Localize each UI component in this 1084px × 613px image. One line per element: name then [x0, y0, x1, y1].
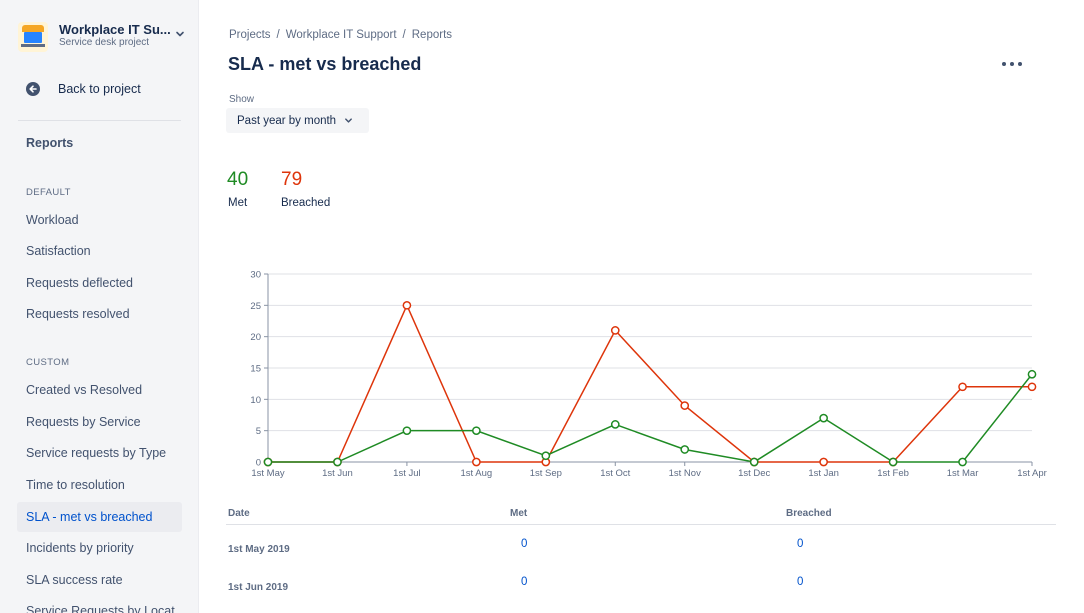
met-data-point: [263, 457, 273, 467]
breached-data-point: [680, 401, 690, 410]
met-data-point: [472, 426, 481, 436]
table-header-divider: [226, 524, 1056, 525]
sidebar: Workplace IT Su... Service desk project …: [0, 0, 199, 613]
x-tick-label: 1st Jun: [322, 468, 353, 479]
sidebar-item-requests-resolved[interactable]: Requests resolved: [17, 299, 182, 329]
met-data-point: [541, 451, 551, 461]
met-data-point: [402, 426, 412, 436]
sidebar-item-sla-success-rate[interactable]: SLA success rate: [17, 565, 182, 595]
met-data-point: [1027, 369, 1037, 379]
breached-data-point: [402, 300, 412, 310]
chevron-down-icon: [345, 118, 352, 123]
y-tick-label: 5: [256, 426, 261, 437]
met-data-point: [680, 445, 690, 454]
met-data-point: [333, 457, 342, 467]
x-tick-label: 1st Sep: [530, 468, 562, 479]
project-type: Service desk project: [59, 37, 150, 48]
x-tick-label: 1st Apr: [1017, 468, 1047, 479]
y-tick-label: 20: [250, 332, 261, 343]
more-dot-icon: [1018, 62, 1022, 66]
table-header-breached: Breached: [786, 508, 832, 519]
sidebar-item-requests-deflected[interactable]: Requests deflected: [17, 268, 182, 298]
breached-count: 79: [281, 169, 303, 190]
breached-data-point: [610, 326, 620, 335]
met-data-point: [819, 413, 828, 423]
page-title: SLA - met vs breached: [228, 54, 422, 74]
time-range-value: Past year by month: [237, 114, 337, 127]
x-tick-label: 1st Jan: [808, 468, 839, 479]
y-tick-label: 10: [250, 395, 261, 406]
table-row-met-link[interactable]: 0: [521, 576, 527, 588]
sidebar-item-service-requests-by-location[interactable]: Service Requests by Locat...: [17, 596, 182, 613]
x-tick-label: 1st Mar: [947, 468, 979, 479]
breached-data-point: [1027, 382, 1037, 392]
table-row-date: 1st Jun 2019: [228, 582, 289, 593]
project-name: Workplace IT Su...: [59, 22, 171, 37]
chevron-down-icon[interactable]: [175, 29, 185, 39]
met-label: Met: [228, 197, 248, 209]
table-row-breached-link[interactable]: 0: [797, 576, 803, 588]
y-tick-label: 30: [250, 270, 261, 281]
project-avatar: [18, 22, 48, 52]
x-tick-label: 1st Oct: [600, 468, 630, 479]
table-header-met: Met: [510, 508, 528, 519]
sidebar-section-custom: CUSTOM: [26, 357, 70, 368]
x-tick-label: 1st Feb: [877, 468, 909, 479]
met-data-point: [749, 457, 759, 467]
sla-line-chart: 0 5 10 15 20 25 30 1st May 1st Jun 1st Jul 1st Aug…: [250, 270, 1047, 480]
table-row-date: 1st May 2019: [228, 544, 290, 555]
breadcrumb-separator: /: [276, 29, 280, 41]
breadcrumb-separator: /: [402, 29, 406, 41]
back-to-project-link[interactable]: Back to project: [26, 82, 141, 96]
more-actions-button[interactable]: [1000, 56, 1024, 72]
y-tick-label: 25: [250, 301, 261, 312]
breadcrumb-projects[interactable]: Projects: [229, 29, 271, 41]
breadcrumb-project[interactable]: Workplace IT Support: [286, 29, 397, 41]
sidebar-section-default: DEFAULT: [26, 187, 71, 198]
arrow-left-icon: [26, 82, 40, 96]
x-tick-label: 1st Aug: [461, 468, 493, 479]
breached-data-point: [819, 457, 828, 467]
y-tick-label: 0: [256, 458, 261, 469]
sidebar-item-time-to-resolution[interactable]: Time to resolution: [17, 470, 182, 500]
met-data-point: [610, 420, 620, 429]
met-data-point: [888, 457, 898, 467]
met-data-point: [958, 457, 967, 467]
show-label: Show: [229, 94, 255, 105]
more-dot-icon: [1002, 62, 1006, 66]
table-header-date: Date: [228, 508, 250, 519]
time-range-select[interactable]: Past year by month: [226, 108, 369, 133]
met-count: 40: [227, 169, 249, 190]
breadcrumb: Projects / Workplace IT Support / Reports: [229, 29, 452, 41]
sidebar-item-requests-by-service[interactable]: Requests by Service: [17, 407, 182, 437]
breached-label: Breached: [281, 197, 331, 209]
sidebar-reports-heading: Reports: [26, 136, 74, 150]
breached-data-point: [472, 457, 481, 467]
x-tick-label: 1st Dec: [738, 468, 770, 479]
x-tick-label: 1st May: [251, 468, 285, 479]
table-row-met-link[interactable]: 0: [521, 538, 527, 550]
back-label: Back to project: [58, 82, 141, 96]
sidebar-divider: [18, 120, 181, 121]
met-series-line: [268, 373, 1033, 463]
breadcrumb-reports[interactable]: Reports: [412, 29, 452, 41]
sidebar-item-created-vs-resolved[interactable]: Created vs Resolved: [17, 375, 182, 405]
sidebar-item-incidents-by-priority[interactable]: Incidents by priority: [17, 533, 182, 563]
table-row-breached-link[interactable]: 0: [797, 538, 803, 550]
x-tick-label: 1st Nov: [669, 468, 701, 479]
breached-data-point: [958, 382, 967, 392]
sidebar-item-service-requests-by-type[interactable]: Service requests by Type: [17, 438, 182, 468]
more-dot-icon: [1010, 62, 1014, 66]
sidebar-item-workload[interactable]: Workload: [17, 205, 182, 235]
y-tick-label: 15: [250, 364, 261, 375]
project-switcher[interactable]: Workplace IT Su... Service desk project: [18, 22, 188, 62]
breached-series-line: [268, 303, 1032, 463]
sidebar-item-sla-met-vs-breached[interactable]: SLA - met vs breached: [17, 502, 182, 532]
sidebar-item-satisfaction[interactable]: Satisfaction: [17, 236, 182, 266]
x-tick-label: 1st Jul: [393, 468, 420, 479]
